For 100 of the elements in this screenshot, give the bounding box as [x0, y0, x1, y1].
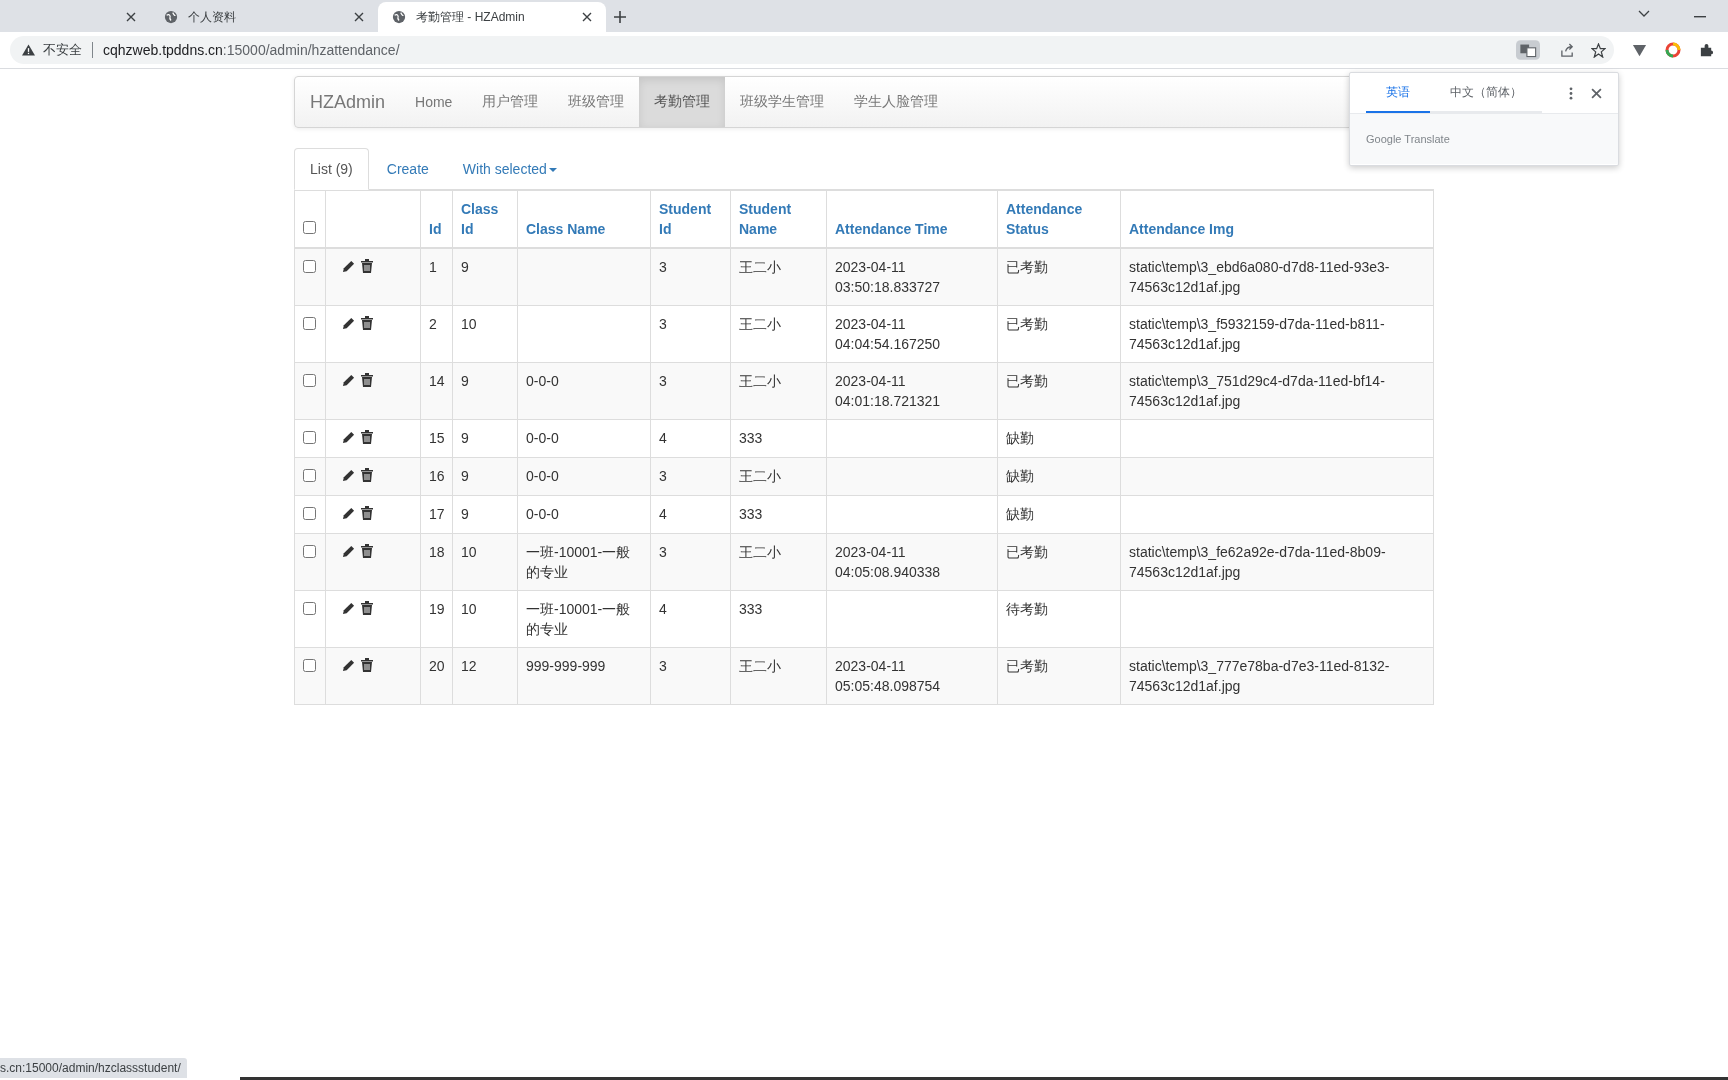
- column-header[interactable]: Id: [429, 219, 444, 239]
- url-text: cqhzweb.tpddns.cn:15000/admin/hzattendance/: [103, 42, 400, 58]
- trash-icon[interactable]: [361, 430, 373, 444]
- table-cell: 9: [461, 259, 469, 275]
- tab[interactable]: Create: [370, 148, 445, 190]
- pencil-icon[interactable]: [342, 507, 355, 520]
- nav-link[interactable]: 班级管理: [553, 77, 640, 127]
- table-cell: 999-999-999: [526, 658, 606, 674]
- table-cell: 0-0-0: [526, 468, 559, 484]
- table-cell: 2023-04-11 04:05:08.940338: [835, 544, 941, 580]
- table-cell: 16: [429, 468, 445, 484]
- browser-tab[interactable]: 考勤管理 - HZAdmin: [378, 2, 606, 32]
- table-cell: 4: [659, 506, 667, 522]
- table-cell: 2: [429, 316, 437, 332]
- row-checkbox[interactable]: [303, 317, 316, 330]
- row-checkbox[interactable]: [303, 260, 316, 273]
- table-cell: 王二小: [739, 316, 781, 332]
- table-cell: 3: [659, 373, 667, 389]
- browser-tab[interactable]: 个人资料: [150, 2, 378, 32]
- table-cell: 王二小: [739, 468, 781, 484]
- globe-icon: [164, 10, 178, 24]
- pencil-icon[interactable]: [342, 469, 355, 482]
- table-cell: 12: [461, 658, 477, 674]
- row-checkbox[interactable]: [303, 431, 316, 444]
- pencil-icon[interactable]: [342, 260, 355, 273]
- table-cell: 333: [739, 506, 763, 522]
- table-cell: static\temp\3_f5932159-d7da-11ed-b811-74563c12d1af.jpg: [1129, 316, 1385, 352]
- table-cell: 4: [659, 430, 667, 446]
- table-cell: 1: [429, 259, 437, 275]
- table-cell: 0-0-0: [526, 373, 559, 389]
- table-cell: static\temp\3_ebd6a080-d7d8-11ed-93e3-74563c12d1af.jpg: [1129, 259, 1390, 295]
- translate-icon[interactable]: [1516, 40, 1540, 60]
- table-cell: 4: [659, 601, 667, 617]
- table-cell: static\temp\3_fe62a92e-d7da-11ed-8b09-74563c12d1af.jpg: [1129, 544, 1386, 580]
- row-checkbox[interactable]: [303, 469, 316, 482]
- row-checkbox[interactable]: [303, 374, 316, 387]
- nav-link[interactable]: 考勤管理: [639, 77, 726, 127]
- row-checkbox[interactable]: [303, 507, 316, 520]
- close-icon[interactable]: [582, 12, 592, 22]
- table-cell: 一班-10001-一般的专业: [526, 544, 631, 580]
- close-icon[interactable]: [1591, 87, 1602, 99]
- table-cell: 0-0-0: [526, 430, 559, 446]
- table-cell: static\temp\3_751d29c4-d7da-11ed-bf14-74563c12d1af.jpg: [1129, 373, 1385, 409]
- warning-icon: [22, 44, 35, 56]
- trash-icon[interactable]: [361, 658, 373, 672]
- select-all-checkbox[interactable]: [303, 221, 316, 234]
- trash-icon[interactable]: [361, 506, 373, 520]
- table-cell: 3: [659, 259, 667, 275]
- table-cell: 0-0-0: [526, 506, 559, 522]
- table-cell: 已考勤: [1006, 316, 1048, 332]
- trash-icon[interactable]: [361, 544, 373, 558]
- trash-icon[interactable]: [361, 259, 373, 273]
- table-cell: 王二小: [739, 658, 781, 674]
- trash-icon[interactable]: [361, 468, 373, 482]
- table-cell: 20: [429, 658, 445, 674]
- table-cell: 一班-10001-一般的专业: [526, 601, 631, 637]
- security-label: 不安全: [43, 41, 82, 59]
- trash-icon[interactable]: [361, 601, 373, 615]
- table-cell: 2023-04-11 04:04:54.167250: [835, 316, 941, 352]
- puzzle-icon[interactable]: [1699, 42, 1714, 58]
- google-translate-label: Google Translate: [1366, 133, 1450, 145]
- new-tab-icon[interactable]: [614, 11, 626, 23]
- minimize-icon[interactable]: [1694, 16, 1706, 18]
- pencil-icon[interactable]: [342, 659, 355, 672]
- close-icon[interactable]: [354, 12, 364, 22]
- pencil-icon[interactable]: [342, 545, 355, 558]
- pencil-icon[interactable]: [342, 431, 355, 444]
- chevron-down-icon[interactable]: [1638, 10, 1650, 18]
- table-cell: 17: [429, 506, 445, 522]
- pencil-icon[interactable]: [342, 317, 355, 330]
- table-cell: 3: [659, 544, 667, 560]
- status-url: s.cn:15000/admin/hzclassstudent/: [0, 1058, 187, 1078]
- address-bar[interactable]: 不安全 cqhzweb.tpddns.cn:15000/admin/hzattendance/: [10, 36, 1614, 64]
- nav-link[interactable]: 用户管理: [467, 77, 554, 127]
- dropdown-tab[interactable]: With selected: [446, 148, 573, 190]
- nav-link[interactable]: 学生人脸管理: [839, 77, 954, 127]
- row-checkbox[interactable]: [303, 602, 316, 615]
- more-icon[interactable]: [1569, 86, 1573, 100]
- row-checkbox[interactable]: [303, 659, 316, 672]
- nav-link[interactable]: 班级学生管理: [725, 77, 840, 127]
- table-cell: 缺勤: [1006, 468, 1034, 484]
- brand-link[interactable]: HZAdmin: [295, 77, 400, 127]
- tab[interactable]: List (9): [294, 148, 369, 190]
- table-cell: 10: [461, 601, 477, 617]
- pencil-icon[interactable]: [342, 602, 355, 615]
- trash-icon[interactable]: [361, 373, 373, 387]
- star-icon[interactable]: [1591, 42, 1606, 58]
- close-icon[interactable]: [126, 12, 136, 22]
- row-checkbox[interactable]: [303, 545, 316, 558]
- globe-icon: [392, 10, 406, 24]
- table-cell: 已考勤: [1006, 373, 1048, 389]
- table-cell: 2023-04-11 03:50:18.833727: [835, 259, 941, 295]
- trash-icon[interactable]: [361, 316, 373, 330]
- table-cell: 缺勤: [1006, 430, 1034, 446]
- nav-link[interactable]: Home: [400, 77, 468, 127]
- table-cell: 已考勤: [1006, 658, 1048, 674]
- table-cell: 18: [429, 544, 445, 560]
- ring-icon[interactable]: [1665, 42, 1681, 58]
- share-icon[interactable]: [1560, 42, 1575, 58]
- pencil-icon[interactable]: [342, 374, 355, 387]
